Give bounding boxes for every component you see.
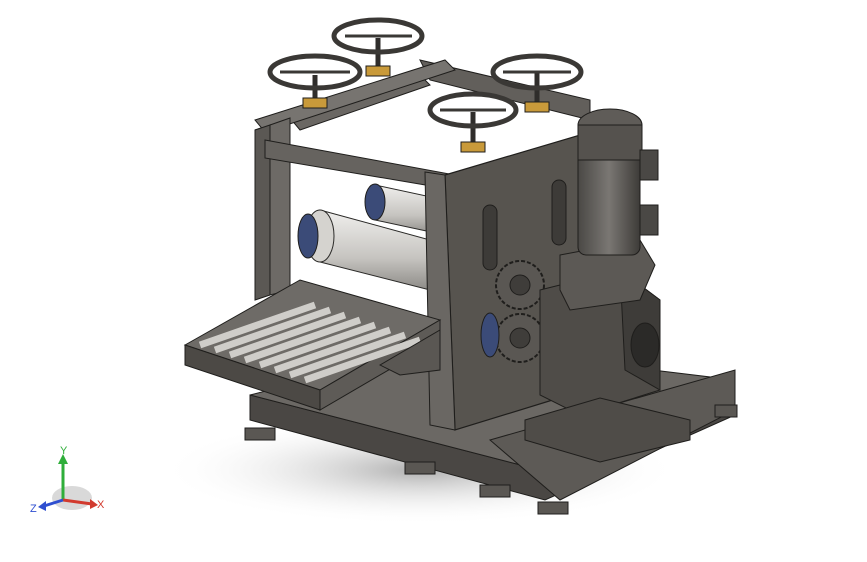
roller-machine-model[interactable] (0, 0, 867, 562)
graphics-viewport[interactable]: Y X Z (0, 0, 867, 562)
electric-motor[interactable] (577, 108, 659, 256)
y-axis-label: Y (60, 445, 68, 457)
z-axis-arrow (38, 501, 46, 511)
triad-shadow (52, 486, 92, 510)
x-axis-label: X (97, 499, 105, 511)
handwheel-front-left[interactable] (427, 91, 519, 153)
z-axis-label: Z (30, 503, 37, 515)
handwheel-back-right[interactable] (331, 17, 425, 77)
coordinate-triad: Y X Z (30, 445, 105, 515)
